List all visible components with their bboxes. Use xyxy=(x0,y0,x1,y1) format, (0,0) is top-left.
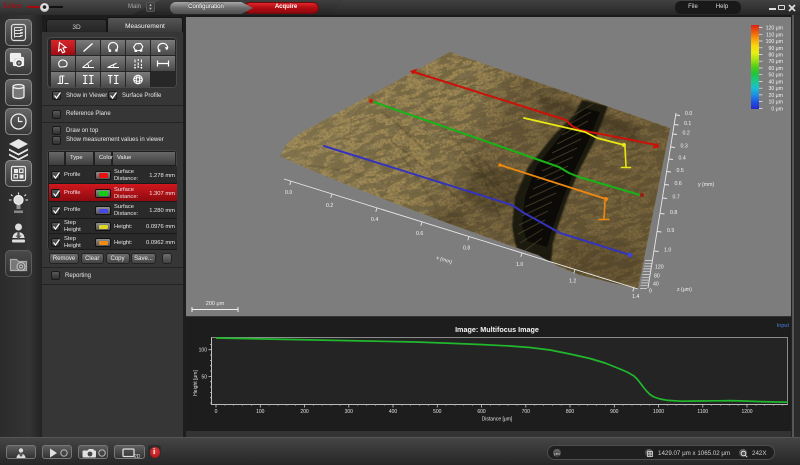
svg-text:50 μm: 50 μm xyxy=(768,73,783,79)
svg-text:120: 120 xyxy=(655,265,664,271)
svg-text:400: 400 xyxy=(389,409,398,415)
svg-text:Distance [μm]: Distance [μm] xyxy=(482,417,513,423)
svg-text:2D: 2D xyxy=(134,454,141,459)
svg-text:0.7: 0.7 xyxy=(673,195,680,201)
svg-text:1100: 1100 xyxy=(697,409,708,415)
svg-text:0.8: 0.8 xyxy=(670,210,677,216)
svg-text:0.0: 0.0 xyxy=(685,111,692,117)
svg-text:300: 300 xyxy=(345,409,354,415)
svg-text:0.6: 0.6 xyxy=(416,231,423,237)
svg-text:0: 0 xyxy=(215,409,218,415)
svg-text:1200: 1200 xyxy=(741,409,752,415)
svg-text:200: 200 xyxy=(300,409,309,415)
svg-text:Image: Multifocus Image: Image: Multifocus Image xyxy=(455,325,539,334)
svg-text:100: 100 xyxy=(256,409,265,415)
svg-text:0 μm: 0 μm xyxy=(771,106,783,112)
svg-text:200 μm: 200 μm xyxy=(206,301,225,307)
svg-text:1000: 1000 xyxy=(653,409,664,415)
svg-text:900: 900 xyxy=(610,409,619,415)
svg-text:110 μm: 110 μm xyxy=(766,32,783,38)
svg-text:50: 50 xyxy=(201,374,207,380)
svg-text:0.3: 0.3 xyxy=(681,144,688,150)
svg-text:0: 0 xyxy=(649,289,652,295)
svg-text:0.6: 0.6 xyxy=(675,181,682,187)
svg-text:40: 40 xyxy=(653,282,659,288)
svg-text:70 μm: 70 μm xyxy=(768,59,783,65)
svg-text:90 μm: 90 μm xyxy=(768,46,783,52)
svg-text:800: 800 xyxy=(566,409,575,415)
svg-text:10 μm: 10 μm xyxy=(768,100,783,106)
svg-text:0.4: 0.4 xyxy=(371,217,378,223)
svg-text:0.9: 0.9 xyxy=(667,228,674,234)
svg-text:0.4: 0.4 xyxy=(679,156,686,162)
svg-text:Input: Input xyxy=(777,323,790,329)
svg-text:1.4: 1.4 xyxy=(632,294,639,300)
svg-text:z (μm): z (μm) xyxy=(677,287,692,293)
svg-text:1.0: 1.0 xyxy=(516,262,523,268)
svg-text:40 μm: 40 μm xyxy=(768,79,783,85)
svg-text:500: 500 xyxy=(433,409,442,415)
svg-text:600: 600 xyxy=(477,409,486,415)
svg-text:80 μm: 80 μm xyxy=(768,53,783,59)
svg-text:100 μm: 100 μm xyxy=(766,39,783,45)
svg-text:1.0: 1.0 xyxy=(664,248,671,254)
svg-text:80: 80 xyxy=(654,274,660,280)
svg-text:120 μm: 120 μm xyxy=(766,26,783,32)
svg-text:0.2: 0.2 xyxy=(326,203,333,209)
svg-text:700: 700 xyxy=(522,409,531,415)
svg-text:Height [μm]: Height [μm] xyxy=(193,370,199,396)
svg-text:0.8: 0.8 xyxy=(463,246,470,252)
svg-text:0.2: 0.2 xyxy=(683,131,690,137)
svg-text:1.2: 1.2 xyxy=(569,279,576,285)
svg-text:100: 100 xyxy=(199,348,208,354)
svg-text:20 μm: 20 μm xyxy=(768,93,783,99)
svg-text:60 μm: 60 μm xyxy=(768,66,783,72)
svg-text:0.5: 0.5 xyxy=(677,168,684,174)
svg-text:30 μm: 30 μm xyxy=(768,86,783,92)
svg-text:y (mm): y (mm) xyxy=(698,182,714,188)
svg-text:0.1: 0.1 xyxy=(684,121,691,127)
svg-text:0.0: 0.0 xyxy=(285,190,292,196)
